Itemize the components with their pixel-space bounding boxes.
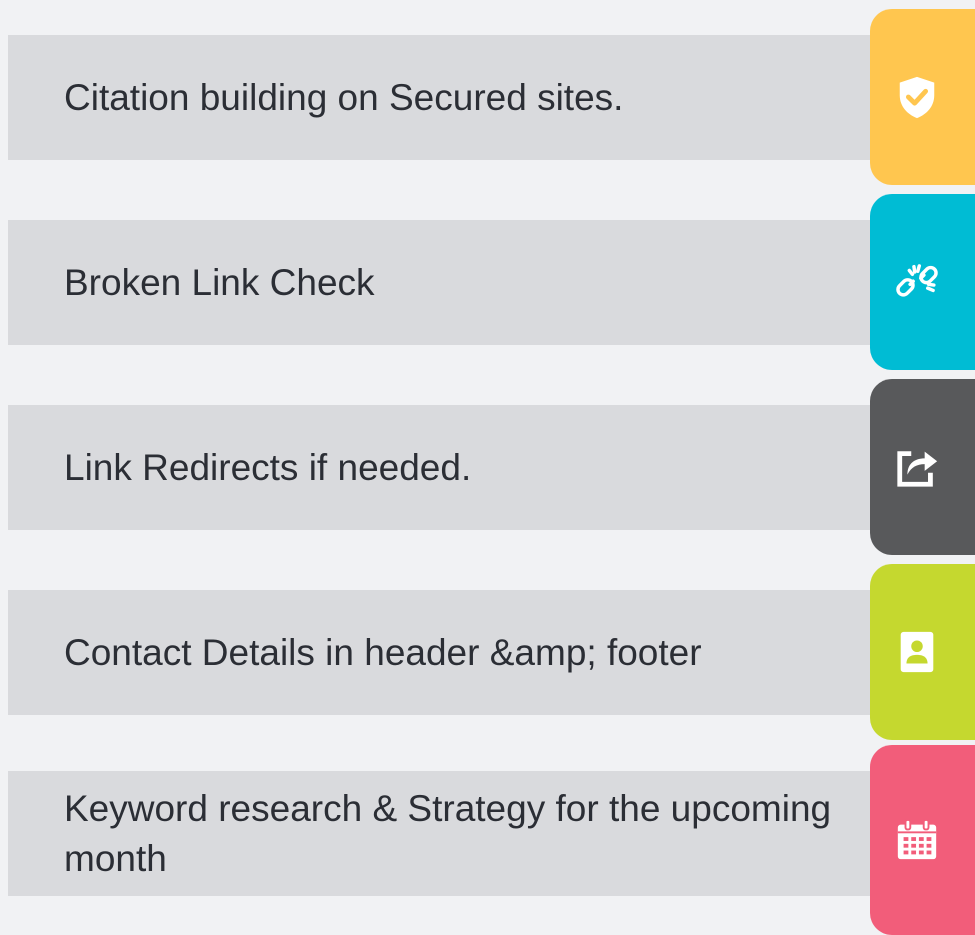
feature-tab-broken-link[interactable] — [870, 194, 975, 370]
contact-book-icon — [894, 629, 940, 675]
feature-label: Keyword research & Strategy for the upco… — [64, 787, 832, 879]
feature-bar: Broken Link Check — [8, 220, 888, 345]
feature-tab-contact[interactable] — [870, 564, 975, 740]
shield-check-icon — [894, 74, 940, 120]
feature-tab-keyword[interactable] — [870, 745, 975, 935]
feature-bar: Contact Details in header &amp; footer — [8, 590, 888, 715]
share-redirect-icon — [894, 444, 940, 490]
feature-tab-citation[interactable] — [870, 9, 975, 185]
feature-label: Citation building on Secured sites. — [64, 76, 624, 118]
feature-bar: Link Redirects if needed. — [8, 405, 888, 530]
feature-label: Contact Details in header &amp; footer — [64, 631, 702, 673]
calendar-icon — [894, 817, 940, 863]
feature-bar: Keyword research & Strategy for the upco… — [8, 771, 888, 896]
feature-label: Broken Link Check — [64, 261, 375, 303]
broken-link-icon — [894, 259, 940, 305]
feature-label: Link Redirects if needed. — [64, 446, 472, 488]
feature-tab-redirects[interactable] — [870, 379, 975, 555]
feature-bar: Citation building on Secured sites. — [8, 35, 888, 160]
